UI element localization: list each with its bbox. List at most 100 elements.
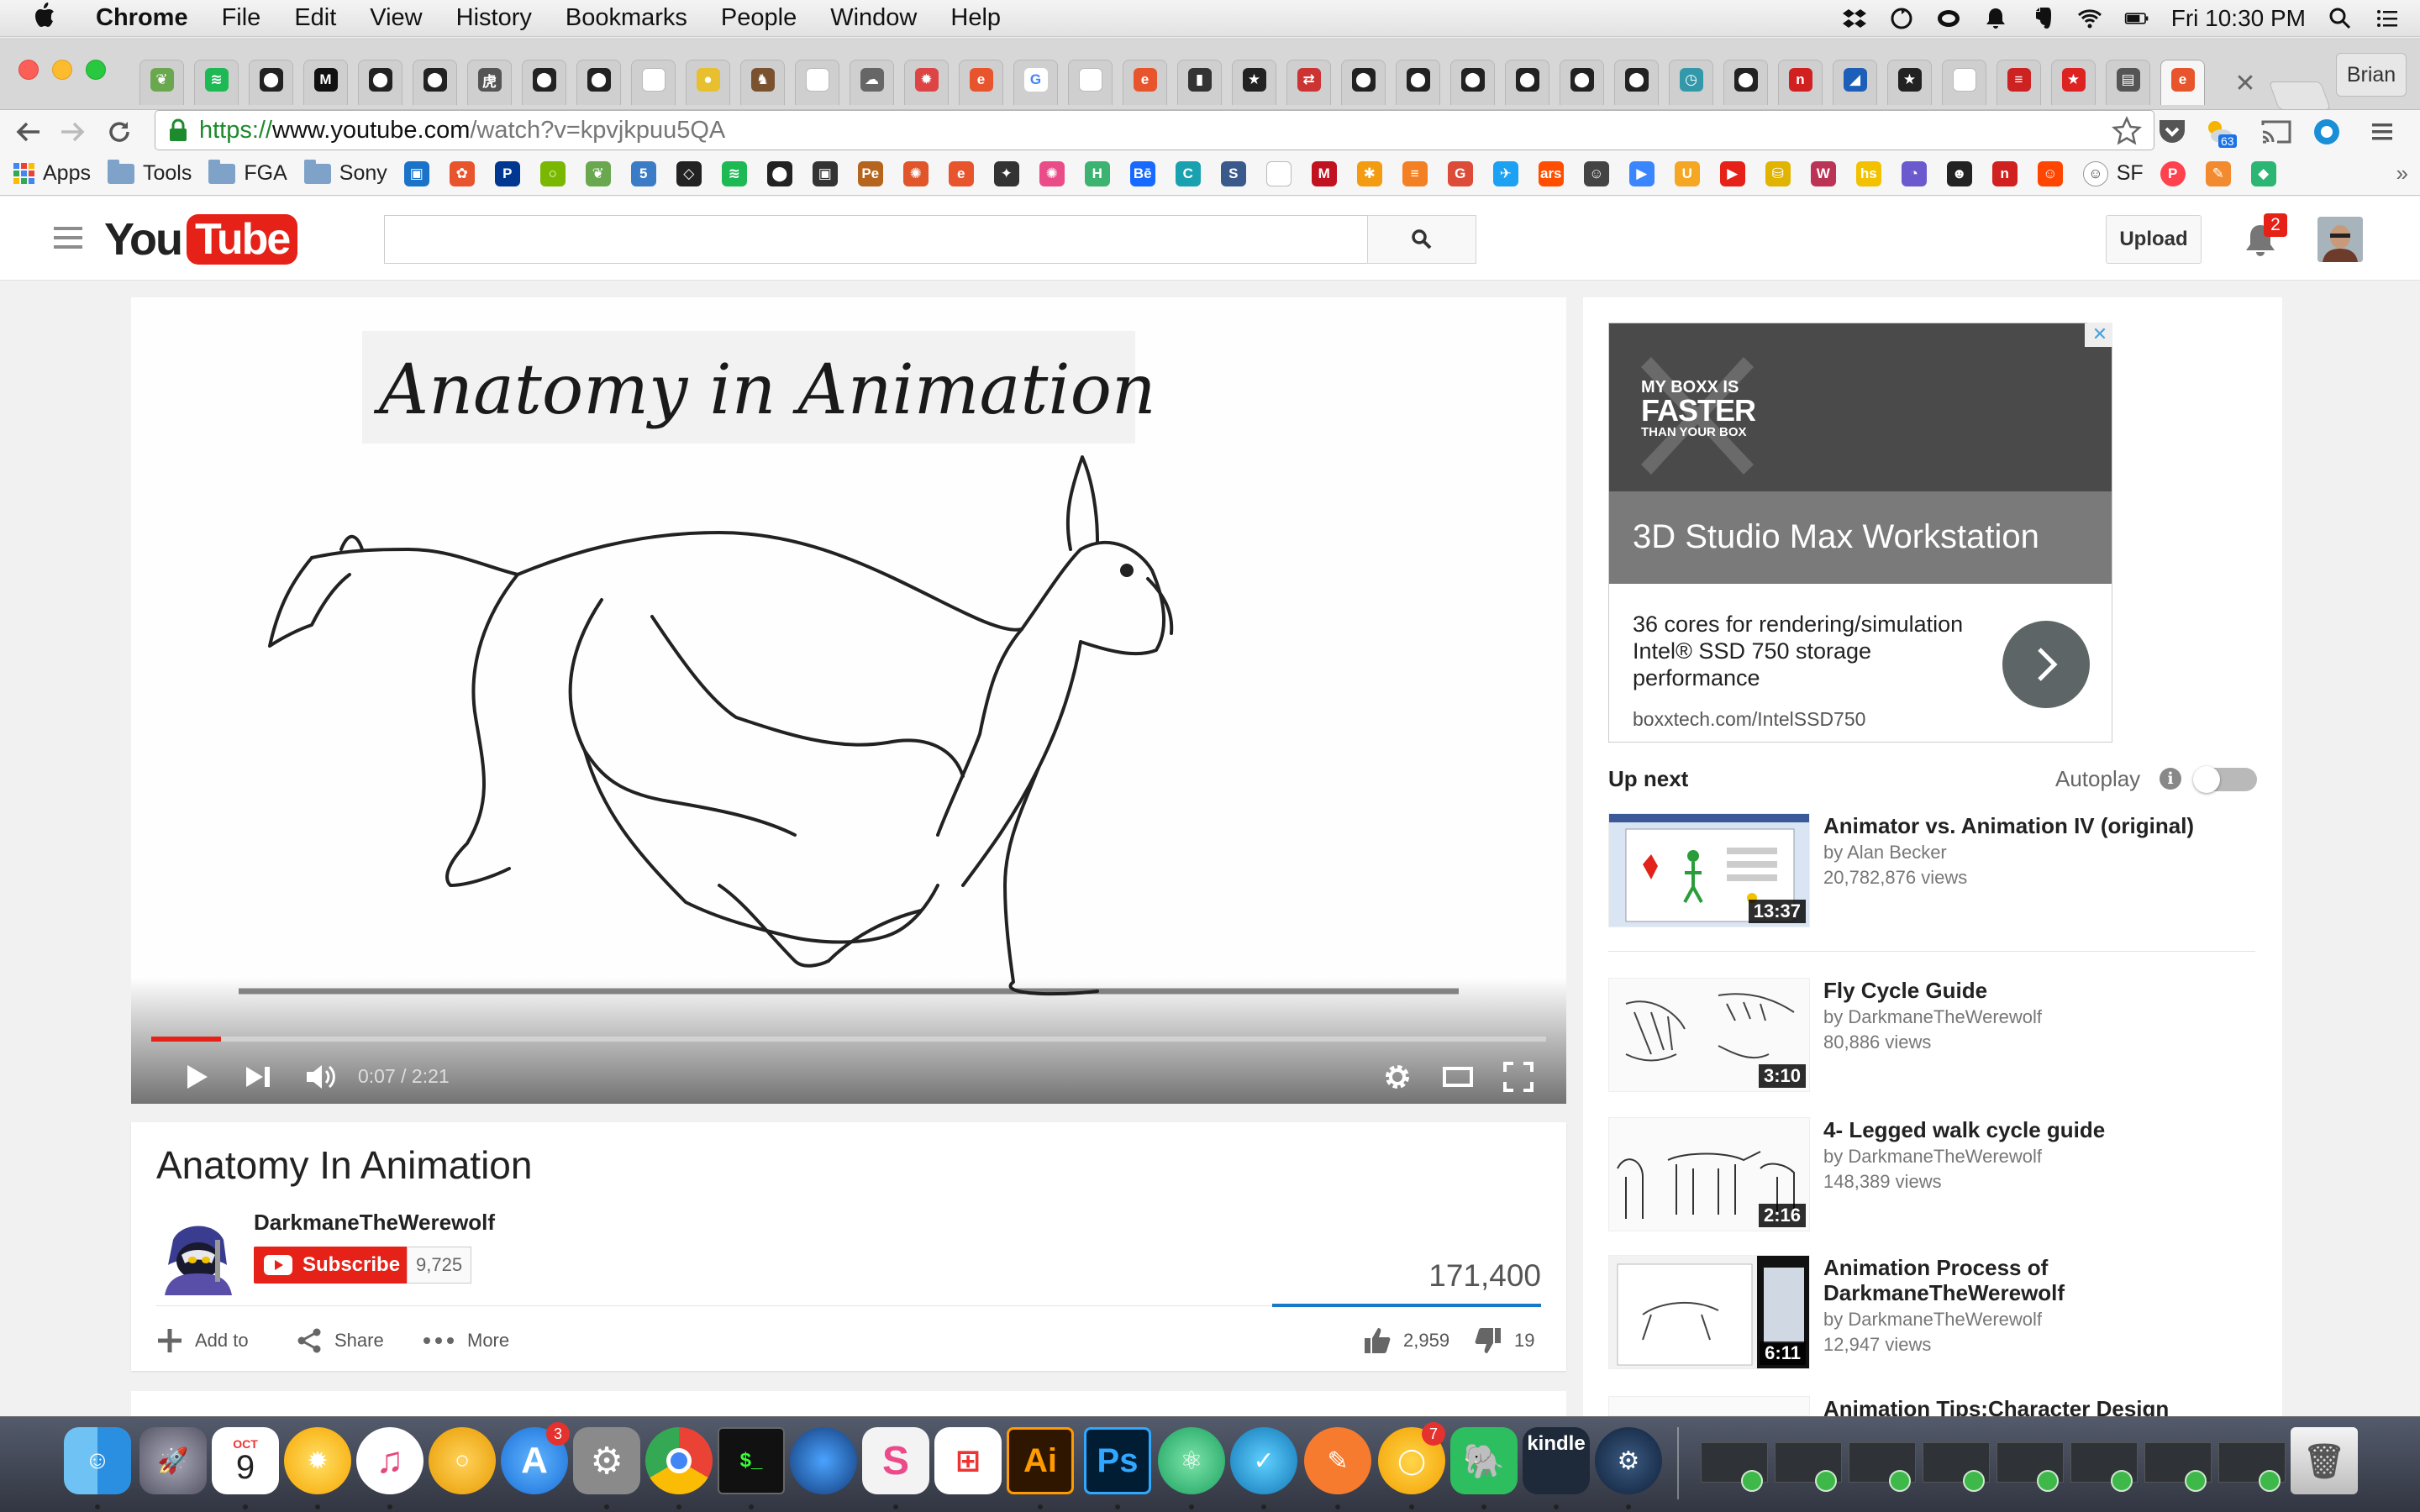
patreon-bookmark-icon[interactable]: P bbox=[2160, 160, 2186, 186]
ad-headline[interactable]: 3D Studio Max Workstation bbox=[1633, 518, 2039, 556]
browser-tab[interactable] bbox=[626, 55, 681, 105]
new-tab-button[interactable] bbox=[2268, 81, 2332, 110]
bookmark-folder-tools[interactable]: Tools bbox=[107, 159, 192, 186]
youtube-logo[interactable]: You Tube bbox=[104, 214, 298, 265]
browser-tab[interactable]: ⬤ bbox=[353, 55, 408, 105]
browser-tab[interactable]: ⬤ bbox=[1609, 55, 1664, 105]
menu-view[interactable]: View bbox=[370, 4, 422, 32]
video-title[interactable]: 4- Legged walk cycle guide bbox=[1823, 1117, 2260, 1142]
profile-button[interactable]: Brian bbox=[2336, 53, 2407, 97]
codepen-bookmark-icon[interactable]: ◇ bbox=[676, 160, 702, 186]
browser-tab[interactable]: ★ bbox=[2046, 55, 2101, 105]
fullscreen-button[interactable] bbox=[1496, 1052, 1541, 1102]
minimized-window-thumbnail[interactable] bbox=[1996, 1442, 2064, 1492]
more-bookmarks-chevron-icon[interactable]: » bbox=[2396, 160, 2408, 186]
terminal-dock-icon[interactable]: $_ bbox=[718, 1427, 785, 1494]
c-bookmark-icon[interactable]: C bbox=[1175, 160, 1201, 186]
extension-globe-icon[interactable] bbox=[2311, 116, 2343, 148]
atom-dock-icon[interactable]: ⚛ bbox=[1158, 1427, 1225, 1494]
browser-tab[interactable]: ☁ bbox=[844, 55, 899, 105]
browser-tab[interactable]: ⬤ bbox=[408, 55, 462, 105]
video-player[interactable]: Anatomy in Animation 0:07 / 2:21 bbox=[131, 297, 1566, 1104]
video-title[interactable]: Animator vs. Animation IV (original) bbox=[1823, 813, 2260, 838]
puzzle-bookmark-icon[interactable]: ✦ bbox=[993, 160, 1019, 186]
browser-tab[interactable]: ⬤ bbox=[1336, 55, 1391, 105]
theater-mode-button[interactable] bbox=[1435, 1052, 1481, 1102]
twitter-bookmark-icon[interactable]: ✈ bbox=[1492, 160, 1518, 186]
trash-dock-icon[interactable]: 🗑 bbox=[2291, 1427, 2358, 1494]
settings-button[interactable] bbox=[1375, 1052, 1420, 1102]
menu-history[interactable]: History bbox=[456, 4, 532, 32]
paw-dock-icon[interactable]: ✎ bbox=[1304, 1427, 1371, 1494]
video-title[interactable]: Fly Cycle Guide bbox=[1823, 978, 2260, 1003]
bookmark-star-icon[interactable] bbox=[2112, 116, 2142, 146]
bookmark-folder-fga[interactable]: FGA bbox=[208, 159, 287, 186]
browser-tab[interactable]: ⬤ bbox=[1391, 55, 1445, 105]
browser-tab[interactable]: G bbox=[1008, 55, 1063, 105]
sourcetree-dock-icon[interactable]: ✓ bbox=[1230, 1427, 1297, 1494]
asterisk-bookmark-icon[interactable]: ✱ bbox=[1356, 160, 1382, 186]
yt-play-bookmark-icon[interactable]: ▶ bbox=[1719, 160, 1745, 186]
sunny-weather-dock-icon[interactable]: ✹ bbox=[284, 1427, 351, 1494]
dribbble-bookmark-icon[interactable]: ✺ bbox=[1039, 160, 1065, 186]
ninja-bookmark-icon[interactable]: ☻ bbox=[1946, 160, 1972, 186]
tab-close-icon[interactable]: ✕ bbox=[2228, 66, 2262, 100]
browser-tab[interactable]: e bbox=[2155, 55, 2210, 105]
n-bookmark-icon[interactable]: n bbox=[1991, 160, 2018, 186]
play-button[interactable] bbox=[173, 1052, 218, 1102]
address-bar[interactable]: https://www.youtube.com/watch?v=kpvjkpuu… bbox=[155, 110, 2154, 150]
wifi-icon[interactable] bbox=[2077, 6, 2102, 31]
browser-tab[interactable]: ⬤ bbox=[571, 55, 626, 105]
browser-tab[interactable]: ⇄ bbox=[1281, 55, 1336, 105]
close-window-button[interactable] bbox=[18, 60, 39, 80]
next-button[interactable] bbox=[235, 1052, 281, 1102]
browser-tab[interactable]: ⬤ bbox=[1555, 55, 1609, 105]
browser-tab[interactable]: ◢ bbox=[1828, 55, 1882, 105]
html5-bookmark-icon[interactable]: 5 bbox=[630, 160, 656, 186]
db-bookmark-icon[interactable]: ⛁ bbox=[1765, 160, 1791, 186]
zoom-window-button[interactable] bbox=[86, 60, 106, 80]
steam-dock-icon[interactable]: ⚙ bbox=[1595, 1427, 1662, 1494]
system-preferences-dock-icon[interactable]: ⚙ bbox=[573, 1427, 640, 1494]
minimized-window-thumbnail[interactable] bbox=[1701, 1442, 1768, 1492]
evernote-dock-icon[interactable]: 🐘 bbox=[1450, 1427, 1518, 1494]
apple-menu-icon[interactable] bbox=[32, 2, 66, 35]
menu-people[interactable]: People bbox=[721, 4, 797, 32]
circle-outline-bookmark-icon[interactable]: ○ bbox=[539, 160, 566, 186]
photoshop-dock-icon[interactable]: Ps bbox=[1084, 1427, 1151, 1494]
menu-bookmarks[interactable]: Bookmarks bbox=[566, 4, 687, 32]
info-icon[interactable]: i bbox=[2160, 768, 2181, 790]
menu-edit[interactable]: Edit bbox=[294, 4, 336, 32]
sync-icon[interactable] bbox=[1889, 6, 1914, 31]
browser-tab[interactable]: M bbox=[298, 55, 353, 105]
share-button[interactable]: Share bbox=[296, 1324, 384, 1357]
browser-tab[interactable] bbox=[1937, 55, 1991, 105]
notification-bell-icon[interactable] bbox=[1983, 6, 2008, 31]
pocket-extension-icon[interactable] bbox=[2156, 116, 2188, 148]
recommended-video[interactable]: Animation Tips:Character Design bbox=[1608, 1396, 2255, 1416]
github-bookmark-icon[interactable]: ⬤ bbox=[766, 160, 792, 186]
g-plus-bookmark-icon[interactable]: G bbox=[1447, 160, 1473, 186]
w-bookmark-icon[interactable]: W bbox=[1810, 160, 1836, 186]
browser-tab[interactable]: ⬤ bbox=[517, 55, 571, 105]
browser-tab[interactable]: ⬤ bbox=[1718, 55, 1773, 105]
menu-file[interactable]: File bbox=[222, 4, 261, 32]
grid-app-dock-icon[interactable]: ⊞ bbox=[934, 1427, 1002, 1494]
add-to-button[interactable]: Add to bbox=[156, 1324, 249, 1357]
menu-help[interactable]: Help bbox=[950, 4, 1001, 32]
browser-tab[interactable] bbox=[1063, 55, 1118, 105]
progress-bar[interactable] bbox=[151, 1037, 1546, 1042]
subscribe-button[interactable]: Subscribe bbox=[254, 1247, 413, 1284]
dislike-button[interactable]: 19 bbox=[1474, 1324, 1534, 1357]
browser-tab[interactable]: ❦ bbox=[134, 55, 189, 105]
sidebar-ad[interactable]: MY BOXX IS FASTER THAN YOUR BOX ▷ 3D Stu… bbox=[1608, 323, 2112, 743]
ad-chevron-right-icon[interactable] bbox=[2002, 621, 2090, 708]
bookmark-apps[interactable]: Apps bbox=[13, 161, 91, 186]
reddit-bookmark-icon[interactable]: ☺ bbox=[2037, 160, 2063, 186]
globe-dock-icon[interactable] bbox=[790, 1427, 857, 1494]
pen-bookmark-icon[interactable]: ✎ bbox=[2205, 160, 2231, 186]
browser-tab[interactable]: ◷ bbox=[1664, 55, 1718, 105]
browser-tab[interactable]: ♞ bbox=[735, 55, 790, 105]
pie-bookmark-icon[interactable]: ◔ bbox=[1901, 160, 1927, 186]
bm-2-bookmark-icon[interactable]: ✿ bbox=[449, 160, 475, 186]
